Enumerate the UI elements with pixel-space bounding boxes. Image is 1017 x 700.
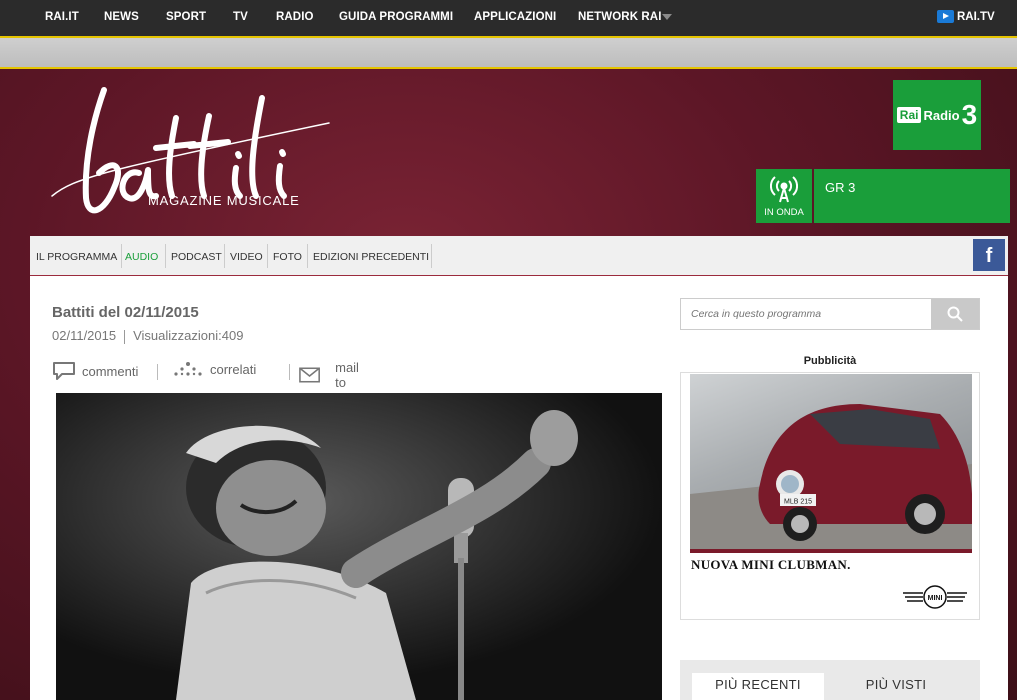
mini-logo-text: MINI <box>928 595 943 602</box>
comments-button[interactable]: commenti <box>52 360 138 382</box>
nav-network-rai[interactable]: NETWORK RAI <box>578 11 662 23</box>
article-photo <box>56 393 662 700</box>
nav-guida-programmi[interactable]: GUIDA PROGRAMMI <box>339 11 453 23</box>
subnav-divider <box>307 244 308 268</box>
article-meta: 02/11/2015 Visualizzazioni:409 <box>52 328 243 344</box>
broadcast-icon <box>770 176 798 203</box>
subnav-il-programma[interactable]: IL PROGRAMMA <box>36 251 117 263</box>
subnav-video[interactable]: VIDEO <box>230 251 263 263</box>
sidebar-tabs: PIÙ RECENTI PIÙ VISTI <box>680 660 980 700</box>
related-button[interactable]: correlati <box>172 360 256 378</box>
subnav-divider <box>431 244 432 268</box>
comment-icon <box>53 362 75 380</box>
ad-accent-stripe <box>690 549 972 553</box>
subnav-foto[interactable]: FOTO <box>273 251 302 263</box>
raitv-label: RAI.TV <box>957 10 995 23</box>
nav-news[interactable]: NEWS <box>104 11 139 23</box>
subnav-divider <box>224 244 225 268</box>
mail-icon <box>299 367 320 383</box>
nav-rai-it[interactable]: RAI.IT <box>45 11 79 23</box>
nav-applicazioni[interactable]: APPLICAZIONI <box>474 11 556 23</box>
action-divider <box>289 364 290 380</box>
article-actions: commenti correlati mail to <box>52 360 372 390</box>
mail-to-label: mail to <box>335 360 359 390</box>
on-air-button[interactable]: IN ONDA <box>756 169 812 223</box>
ad-label: Pubblicità <box>803 355 857 367</box>
subnav-podcast[interactable]: PODCAST <box>171 251 222 263</box>
mail-to-button[interactable]: mail to <box>298 360 372 390</box>
action-divider <box>157 364 158 380</box>
on-air-label: IN ONDA <box>764 207 804 218</box>
program-search <box>680 298 980 330</box>
advertisement[interactable]: MLB 215 NUOVA MINI CLUBMAN. MINI <box>680 372 980 620</box>
radio-label: Radio <box>923 107 960 123</box>
subnav-divider <box>267 244 268 268</box>
rai-label: Rai <box>896 107 922 123</box>
logo-subtitle: MAGAZINE MUSICALE <box>148 193 300 208</box>
comments-label: commenti <box>82 363 139 379</box>
content-panel: IL PROGRAMMA AUDIO PODCAST VIDEO FOTO ED… <box>30 236 1008 700</box>
raitv-link[interactable]: RAI.TV <box>937 10 995 23</box>
related-label: correlati <box>210 361 257 377</box>
nav-sport[interactable]: SPORT <box>166 11 206 23</box>
meta-divider <box>124 329 126 344</box>
ad-image: MLB 215 <box>690 374 972 549</box>
nav-tv[interactable]: TV <box>233 11 248 23</box>
ad-license-plate: MLB 215 <box>784 499 812 506</box>
subnav-edizioni-precedenti[interactable]: EDIZIONI PRECEDENTI <box>313 251 429 263</box>
related-icon <box>174 362 202 376</box>
subnav-divider <box>121 244 122 268</box>
subnav-audio[interactable]: AUDIO <box>125 251 158 263</box>
secondary-bar <box>0 36 1017 69</box>
program-subnav: IL PROGRAMMA AUDIO PODCAST VIDEO FOTO ED… <box>30 236 1008 276</box>
view-count: Visualizzazioni:409 <box>133 328 244 343</box>
ad-caption: NUOVA MINI CLUBMAN. <box>691 557 851 572</box>
mini-brand-logo: MINI <box>903 585 967 609</box>
article-date: 02/11/2015 <box>52 328 117 343</box>
article-title: Battiti del 02/11/2015 <box>52 304 199 321</box>
search-input[interactable] <box>681 299 931 329</box>
subnav-divider <box>165 244 166 268</box>
search-icon <box>947 306 963 322</box>
search-button[interactable] <box>931 299 979 329</box>
top-navigation-bar: RAI.IT NEWS SPORT TV RADIO GUIDA PROGRAM… <box>0 0 1017 36</box>
play-icon <box>937 10 954 23</box>
now-playing-program[interactable]: GR 3 <box>814 169 1010 223</box>
rai-radio3-logo[interactable]: Rai Radio 3 <box>893 80 981 150</box>
tab-piu-recenti[interactable]: PIÙ RECENTI <box>692 673 824 700</box>
nav-radio[interactable]: RADIO <box>276 11 314 23</box>
channel-number: 3 <box>961 99 978 130</box>
facebook-button[interactable]: f <box>973 239 1005 271</box>
tab-piu-visti[interactable]: PIÙ VISTI <box>830 673 962 700</box>
now-playing-title: GR 3 <box>825 180 856 195</box>
chevron-down-icon[interactable] <box>662 14 672 20</box>
